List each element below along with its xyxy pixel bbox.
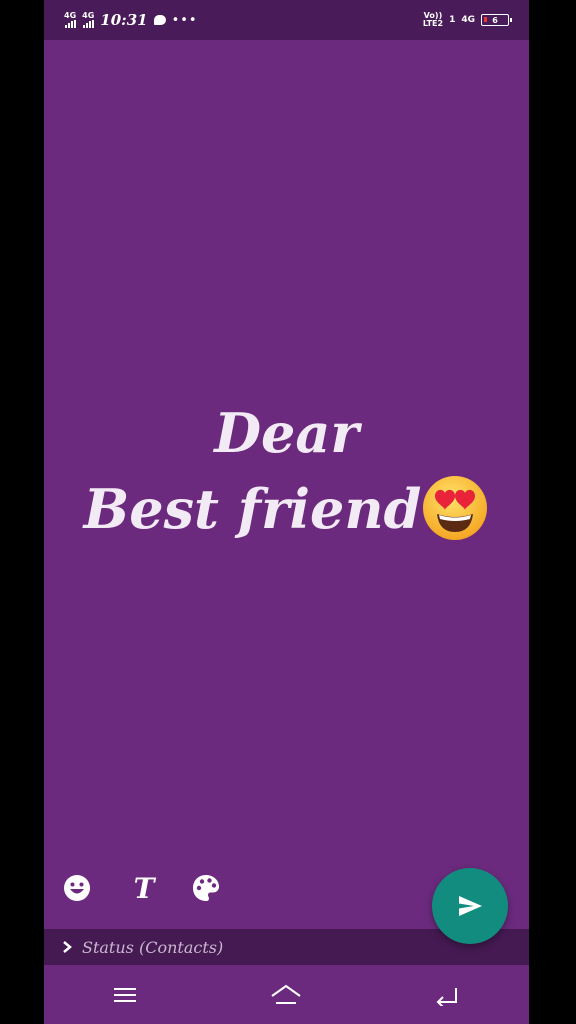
status-text-line1: Dear <box>214 401 359 465</box>
battery-level: 6 <box>492 15 498 25</box>
system-nav-bar <box>44 965 529 1024</box>
signal-bars-icon <box>82 20 94 28</box>
color-palette-button[interactable] <box>188 870 224 906</box>
chevron-right-icon <box>63 941 72 953</box>
status-text[interactable]: Dear Best friend <box>44 395 529 548</box>
volte-indicator: Vo)) LTE2 <box>423 12 443 28</box>
font-t-icon: T <box>133 871 155 905</box>
status-bar-left: 4G 4G 10:31 ••• <box>64 11 198 29</box>
sim2-network-label: 4G <box>82 11 95 20</box>
nav-menu-button[interactable] <box>105 975 145 1015</box>
emoji-button[interactable] <box>59 870 95 906</box>
menu-lines-icon <box>113 987 136 1002</box>
status-text-line2-wrap: Best friend <box>44 471 529 548</box>
sim2-signal: 4G <box>82 12 94 28</box>
status-bar-right: Vo)) LTE2 1 4G 6 <box>423 12 512 28</box>
right-network-label: 4G <box>461 15 475 25</box>
sim1-signal: 4G <box>64 12 76 28</box>
sim1-network-label: 4G <box>64 11 77 20</box>
status-text-line2: Best friend <box>83 477 422 541</box>
status-bar: 4G 4G 10:31 ••• Vo)) LTE2 1 4G 6 <box>44 0 529 40</box>
nav-home-button[interactable] <box>266 975 306 1015</box>
audience-label: Status (Contacts) <box>82 937 224 957</box>
more-notifications-icon: ••• <box>171 12 198 28</box>
palette-icon <box>193 875 219 901</box>
nav-back-button[interactable] <box>428 975 468 1015</box>
battery-icon: 6 <box>481 14 512 26</box>
smiley-icon <box>64 875 90 901</box>
text-font-button[interactable]: T <box>126 870 162 906</box>
volte-bottom-label: LTE2 <box>422 19 444 28</box>
send-arrow-icon <box>459 896 482 916</box>
heart-eyes-emoji-icon <box>423 475 488 540</box>
signal-bars-icon <box>64 20 76 28</box>
sim-indicator: 1 <box>449 15 456 25</box>
home-icon <box>271 984 302 1004</box>
chat-bubble-icon <box>153 15 166 25</box>
status-composer-screen: 4G 4G 10:31 ••• Vo)) LTE2 1 4G 6 Dear Be <box>44 0 529 1024</box>
clock: 10:31 <box>100 11 148 29</box>
send-button[interactable] <box>432 868 508 944</box>
back-arrow-icon <box>436 987 458 1006</box>
